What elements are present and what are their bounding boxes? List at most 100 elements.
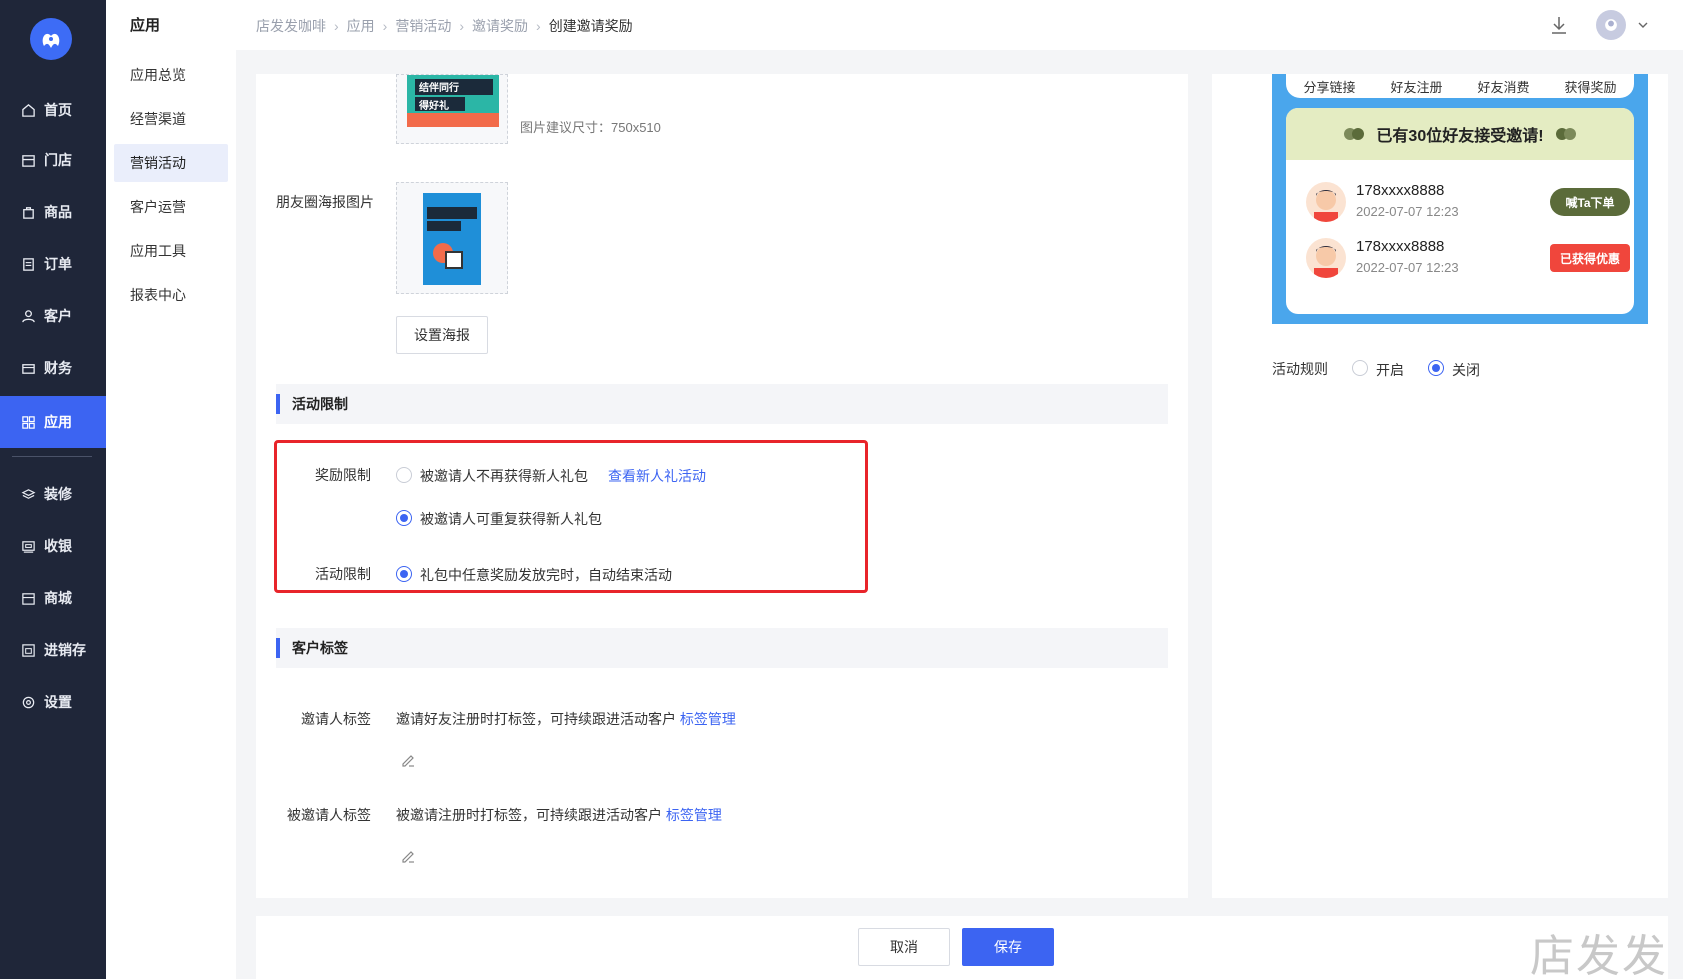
step-item: 分享链接 xyxy=(1303,79,1356,95)
breadcrumb-current: 创建邀请奖励 xyxy=(548,18,633,34)
breadcrumb-item[interactable]: 店发发咖啡 xyxy=(256,16,326,36)
nav-finance[interactable]: 财务 xyxy=(0,342,106,394)
avatar xyxy=(1306,182,1346,222)
set-poster-button[interactable]: 设置海报 xyxy=(396,316,488,354)
layers-icon xyxy=(20,486,36,502)
invitee-tag-label: 被邀请人标签 xyxy=(287,807,371,823)
subnav-item-customer-ops[interactable]: 客户运营 xyxy=(114,188,228,226)
nav-cashier[interactable]: 收银 xyxy=(0,520,106,572)
invitee-tag-desc-text: 被邀请注册时打标签，可持续跟进活动客户 xyxy=(396,807,662,823)
option-repeat-label: 被邀请人可重复获得新人礼包 xyxy=(420,511,602,527)
avatar xyxy=(1306,238,1346,278)
nav-decoration[interactable]: 装修 xyxy=(0,468,106,520)
nav-inventory-label: 进销存 xyxy=(44,642,86,658)
nav-mall[interactable]: 商城 xyxy=(0,572,106,624)
activity-limit-label: 活动限制 xyxy=(315,566,371,582)
nav-settings[interactable]: 设置 xyxy=(0,676,106,728)
wallet-icon xyxy=(20,360,36,376)
main-sidebar: 首页 门店 商品 订单 客户 财务 应用 装修 收银 商城 进销存 设置 xyxy=(0,0,106,979)
inviter-tag-desc-text: 邀请好友注册时打标签，可持续跟进活动客户 xyxy=(396,711,676,727)
subnav-item-channels[interactable]: 经营渠道 xyxy=(114,100,228,138)
reward-received-badge: 已获得优惠 xyxy=(1550,244,1630,272)
rules-off-label: 关闭 xyxy=(1452,362,1480,378)
nav-customers-label: 客户 xyxy=(44,308,72,324)
radio-no-repeat[interactable] xyxy=(396,467,412,483)
save-button[interactable]: 保存 xyxy=(962,928,1054,966)
inviter-tag-manage-link[interactable]: 标签管理 xyxy=(680,711,736,727)
option-no-repeat-label: 被邀请人不再获得新人礼包 xyxy=(420,468,588,484)
reward-limit-label: 奖励限制 xyxy=(315,467,371,483)
invitee-date: 2022-07-07 12:23 xyxy=(1356,260,1459,275)
nav-mall-label: 商城 xyxy=(44,590,72,606)
rules-on-label: 开启 xyxy=(1376,362,1404,378)
nav-cashier-label: 收银 xyxy=(44,538,72,554)
edit-icon[interactable] xyxy=(400,752,416,768)
option-auto-end-label: 礼包中任意奖励发放完时，自动结束活动 xyxy=(420,567,672,583)
poster-decoration xyxy=(427,207,477,219)
radio-repeat[interactable] xyxy=(396,510,412,526)
nav-apps-label: 应用 xyxy=(44,414,72,430)
moments-poster-label: 朋友圈海报图片 xyxy=(276,194,374,210)
breadcrumb-item[interactable]: 营销活动 xyxy=(395,16,451,36)
breadcrumb-separator: › xyxy=(382,18,388,34)
poster-text-line2: 得好礼 xyxy=(415,97,465,112)
nav-store[interactable]: 门店 xyxy=(0,134,106,186)
inventory-icon xyxy=(20,642,36,658)
invite-headline-text: 已有30位好友接受邀请! xyxy=(1376,128,1544,145)
invite-steps: 分享链接 好友注册 好友消费 获得奖励 xyxy=(1286,74,1634,98)
decoration-dots-icon xyxy=(1344,128,1365,140)
subnav-item-tools[interactable]: 应用工具 xyxy=(114,232,228,270)
chevron-down-icon[interactable] xyxy=(1636,18,1650,32)
activity-rules-label: 活动规则 xyxy=(1272,361,1328,377)
nav-goods-label: 商品 xyxy=(44,204,72,220)
section-activity-limits: 活动限制 xyxy=(276,384,1168,424)
logo-icon xyxy=(42,33,60,48)
store-icon xyxy=(20,152,36,168)
image-size-hint: 图片建议尺寸：750x510 xyxy=(520,120,661,135)
inviter-tag-label: 邀请人标签 xyxy=(301,711,371,727)
subnav-item-reports[interactable]: 报表中心 xyxy=(114,276,228,314)
invitee-tag-manage-link[interactable]: 标签管理 xyxy=(666,807,722,823)
invitee-date: 2022-07-07 12:23 xyxy=(1356,204,1459,219)
poster-decoration xyxy=(427,221,461,231)
edit-icon[interactable] xyxy=(400,848,416,864)
nav-decoration-label: 装修 xyxy=(44,486,72,502)
invite-headline: 已有30位好友接受邀请! xyxy=(1286,108,1634,160)
nav-orders-label: 订单 xyxy=(44,256,72,272)
step-item: 好友注册 xyxy=(1390,79,1443,95)
cancel-button[interactable]: 取消 xyxy=(858,928,950,966)
nav-orders[interactable]: 订单 xyxy=(0,238,106,290)
nav-home-label: 首页 xyxy=(44,102,72,118)
bag-icon xyxy=(20,204,36,220)
nav-home[interactable]: 首页 xyxy=(0,84,106,136)
subnav-item-marketing[interactable]: 营销活动 xyxy=(114,144,228,182)
app-logo[interactable] xyxy=(30,18,72,60)
remind-order-button[interactable]: 喊Ta下单 xyxy=(1550,188,1630,216)
poster-decoration xyxy=(407,113,499,127)
breadcrumb-separator: › xyxy=(536,18,541,34)
breadcrumb-separator: › xyxy=(334,18,339,34)
nav-inventory[interactable]: 进销存 xyxy=(0,624,106,676)
breadcrumb-item[interactable]: 邀请奖励 xyxy=(472,16,528,36)
nav-apps[interactable]: 应用 xyxy=(0,396,106,448)
nav-customers[interactable]: 客户 xyxy=(0,290,106,342)
download-icon[interactable] xyxy=(1548,14,1570,36)
order-icon xyxy=(20,256,36,272)
view-newcomer-link[interactable]: 查看新人礼活动 xyxy=(608,466,706,486)
share-poster-preview[interactable]: 结伴同行 得好礼 xyxy=(396,74,508,144)
invitee-phone: 178xxxx8888 xyxy=(1356,182,1445,199)
moments-poster-preview[interactable] xyxy=(396,182,508,294)
nav-goods[interactable]: 商品 xyxy=(0,186,106,238)
subnav-item-overview[interactable]: 应用总览 xyxy=(114,56,228,94)
breadcrumb: 店发发咖啡 › 应用 › 营销活动 › 邀请奖励 › 创建邀请奖励 xyxy=(256,16,633,36)
radio-auto-end[interactable] xyxy=(396,566,412,582)
user-avatar[interactable] xyxy=(1596,10,1626,40)
breadcrumb-item[interactable]: 应用 xyxy=(347,16,375,36)
apps-icon xyxy=(20,414,36,430)
cashier-icon xyxy=(20,538,36,554)
radio-rules-off[interactable] xyxy=(1428,360,1444,376)
radio-rules-on[interactable] xyxy=(1352,360,1368,376)
section-title: 活动限制 xyxy=(292,396,348,412)
moments-poster-thumbnail xyxy=(423,193,481,285)
nav-store-label: 门店 xyxy=(44,152,72,168)
